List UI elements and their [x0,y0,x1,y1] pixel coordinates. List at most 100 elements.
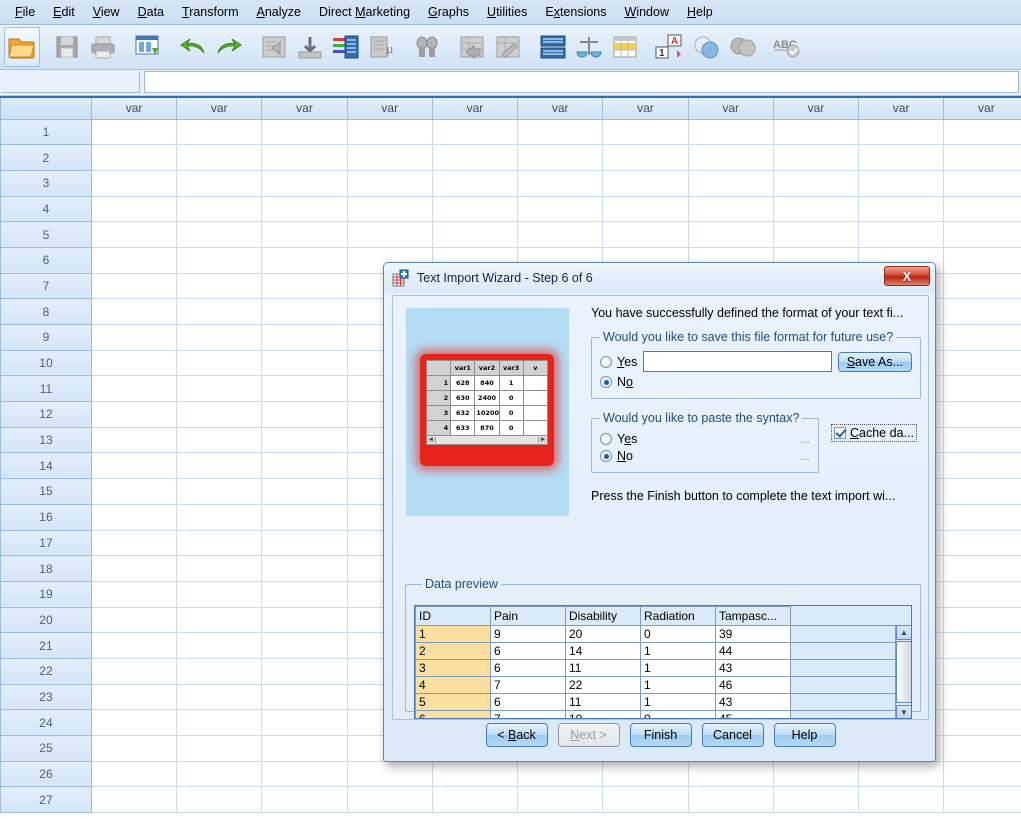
sheet-cell[interactable] [347,761,432,787]
preview-column-header[interactable]: Disability [566,607,641,626]
sheet-cell[interactable] [91,761,176,787]
dialog-title-bar[interactable]: Text Import Wizard - Step 6 of 6 X [384,263,935,293]
sheet-cell[interactable] [91,222,176,248]
data-preview-vscrollbar[interactable]: ▲ ▼ [895,625,911,719]
print-icon[interactable] [85,27,121,67]
sheet-row-header[interactable]: 7 [1,273,92,299]
sheet-cell[interactable] [91,453,176,479]
sheet-cell[interactable] [177,119,262,145]
sheet-column-header[interactable]: var [688,98,773,119]
sheet-column-header[interactable]: var [91,98,176,119]
menu-item-view[interactable]: View [84,2,129,22]
scrollbar-thumb[interactable] [896,641,912,703]
sheet-row-header[interactable]: 27 [1,787,92,813]
sheet-cell[interactable] [603,761,688,787]
sheet-cell[interactable] [518,170,603,196]
sheet-cell[interactable] [773,119,858,145]
sheet-cell[interactable] [432,145,517,171]
sheet-row-header[interactable]: 1 [1,119,92,145]
menu-item-help[interactable]: Help [678,2,722,22]
preview-column-header[interactable]: Pain [491,607,566,626]
sheet-cell[interactable] [688,761,773,787]
sheet-cell[interactable] [91,581,176,607]
sheet-cell[interactable] [347,222,432,248]
sheet-cell[interactable] [432,222,517,248]
sheet-cell[interactable] [262,633,347,659]
sheet-cell[interactable] [177,710,262,736]
sheet-cell[interactable] [91,325,176,351]
sheet-cell[interactable] [91,145,176,171]
data-preview-table-container[interactable]: IDPainDisabilityRadiationTampasc... 1920… [414,605,912,719]
menu-item-window[interactable]: Window [616,2,678,22]
sheet-cell[interactable] [91,736,176,762]
sheet-cell[interactable] [91,556,176,582]
sheet-cell[interactable] [177,376,262,402]
sheet-row-header[interactable]: 22 [1,658,92,684]
paste-syntax-yes-radio[interactable] [600,433,612,445]
cache-data-checkbox[interactable] [834,427,846,439]
scroll-up-icon[interactable]: ▲ [896,625,912,640]
save-format-yes-row[interactable]: Yes Save As... [600,351,912,372]
sheet-cell[interactable] [773,787,858,813]
sheet-cell[interactable] [177,658,262,684]
preview-column-header[interactable]: Radiation [641,607,716,626]
redo-icon[interactable] [211,27,247,67]
sheet-cell[interactable] [432,761,517,787]
menu-item-graphs[interactable]: Graphs [419,2,478,22]
sheet-cell[interactable] [944,299,1021,325]
sheet-cell[interactable] [91,196,176,222]
sheet-cell[interactable] [262,145,347,171]
sheet-cell[interactable] [177,196,262,222]
sheet-cell[interactable] [518,222,603,248]
format-filename-input[interactable] [643,351,831,372]
sheet-cell[interactable] [859,196,944,222]
sheet-cell[interactable] [91,607,176,633]
sheet-cell[interactable] [432,787,517,813]
sheet-cell[interactable] [944,581,1021,607]
sheet-cell[interactable] [603,119,688,145]
sheet-cell[interactable] [688,119,773,145]
sheet-cell[interactable] [262,761,347,787]
sheet-row-header[interactable]: 11 [1,376,92,402]
sheet-cell[interactable] [91,633,176,659]
sheet-cell[interactable] [262,556,347,582]
sheet-cell[interactable] [262,504,347,530]
goto-variable-icon[interactable] [292,27,328,67]
sheet-column-header[interactable]: var [859,98,944,119]
sheet-column-header[interactable]: var [773,98,858,119]
cancel-button[interactable]: Cancel [702,723,764,747]
sheet-corner-cell[interactable] [1,98,92,119]
cache-data-checkbox-row[interactable]: Cache da... [831,424,917,442]
sheet-cell[interactable] [177,325,262,351]
sheet-row-header[interactable]: 5 [1,222,92,248]
sheet-cell[interactable] [91,684,176,710]
sheet-cell[interactable] [262,787,347,813]
sheet-cell[interactable] [262,658,347,684]
sheet-cell[interactable] [432,170,517,196]
sheet-cell[interactable] [262,402,347,428]
paste-syntax-no-row[interactable]: No ... [600,449,810,463]
sheet-cell[interactable] [177,736,262,762]
sheet-row-header[interactable]: 25 [1,736,92,762]
sheet-cell[interactable] [262,350,347,376]
sheet-cell[interactable] [688,222,773,248]
sheet-column-header[interactable]: var [432,98,517,119]
sheet-row-header[interactable]: 18 [1,556,92,582]
sheet-column-header[interactable]: var [177,98,262,119]
sheet-cell[interactable] [177,222,262,248]
sheet-column-header[interactable]: var [944,98,1021,119]
menu-item-utilities[interactable]: Utilities [478,2,536,22]
sheet-cell[interactable] [91,376,176,402]
sheet-cell[interactable] [859,119,944,145]
sheet-cell[interactable] [177,556,262,582]
sheet-row-header[interactable]: 10 [1,350,92,376]
sheet-row-header[interactable]: 19 [1,581,92,607]
sheet-cell[interactable] [177,684,262,710]
insert-case-icon[interactable] [454,27,490,67]
help-button[interactable]: Help [774,723,836,747]
sheet-cell[interactable] [944,453,1021,479]
sheet-row-header[interactable]: 15 [1,479,92,505]
sheet-cell[interactable] [944,530,1021,556]
sheet-cell[interactable] [91,504,176,530]
sheet-row-header[interactable]: 17 [1,530,92,556]
